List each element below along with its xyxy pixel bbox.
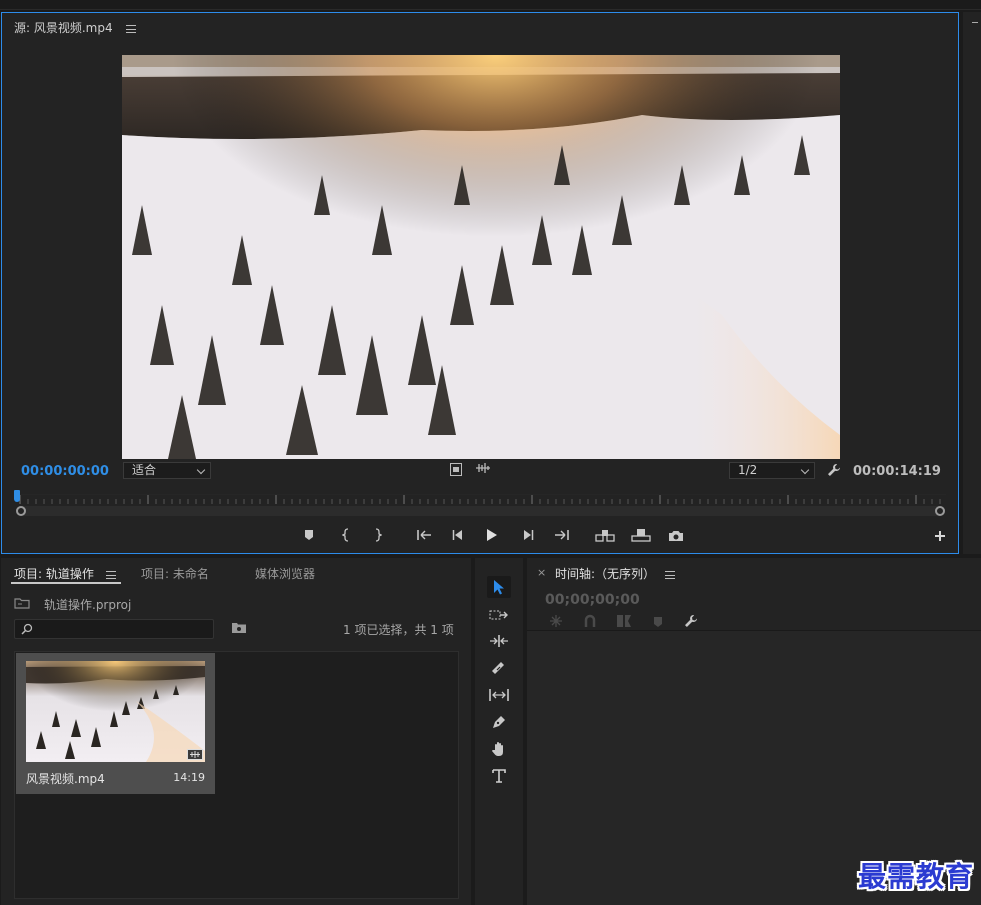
type-tool[interactable] bbox=[487, 765, 511, 787]
step-forward-button[interactable] bbox=[517, 526, 539, 544]
ripple-edit-icon bbox=[490, 635, 508, 647]
overwrite-icon bbox=[631, 529, 651, 542]
find-button[interactable] bbox=[231, 622, 247, 637]
tab-label: 项目: 轨道操作 bbox=[14, 567, 94, 581]
tools-panel bbox=[475, 558, 523, 905]
panel-menu-icon[interactable] bbox=[126, 24, 137, 33]
clip-thumbnail-image bbox=[26, 661, 205, 762]
search-icon bbox=[21, 623, 33, 635]
go-to-out-button[interactable] bbox=[551, 526, 573, 544]
right-panel-edge bbox=[963, 12, 981, 554]
panel-menu-icon[interactable] bbox=[105, 570, 116, 579]
tab-media-browser[interactable]: 媒体浏览器 bbox=[255, 565, 315, 582]
find-folder-icon bbox=[232, 623, 246, 633]
export-frame-button[interactable] bbox=[665, 526, 687, 544]
video-preview bbox=[122, 55, 840, 459]
active-tab-indicator bbox=[11, 582, 121, 584]
mark-out-button[interactable] bbox=[367, 526, 389, 544]
watermark-logo: 最需教育 bbox=[858, 860, 975, 893]
tab-project-untitled[interactable]: 项目: 未命名 bbox=[141, 565, 209, 582]
add-marker-button[interactable] bbox=[298, 526, 320, 544]
plus-icon bbox=[935, 531, 945, 541]
snowy-forest-scene bbox=[122, 55, 840, 459]
mark-in-button[interactable] bbox=[335, 526, 357, 544]
playhead-marker[interactable] bbox=[14, 490, 20, 502]
timeline-timecode: 00;00;00;00 bbox=[545, 592, 640, 608]
zoom-handle-right[interactable] bbox=[935, 506, 945, 516]
project-bin-icon-view: 风景视频.mp4 14:19 bbox=[14, 651, 459, 899]
play-icon bbox=[487, 529, 497, 541]
step-back-icon bbox=[452, 530, 462, 540]
drag-audio-icon[interactable] bbox=[475, 462, 491, 477]
playback-resolution-label: 1/2 bbox=[738, 463, 758, 477]
ripple-edit-tool[interactable] bbox=[487, 630, 511, 652]
insert-button[interactable] bbox=[594, 526, 616, 544]
right-panel-icon bbox=[972, 22, 978, 28]
drag-video-icon[interactable] bbox=[450, 463, 462, 476]
add-marker-icon bbox=[616, 614, 632, 631]
selection-tool[interactable] bbox=[487, 576, 511, 598]
chevron-down-icon bbox=[196, 465, 206, 475]
playback-resolution-dropdown[interactable]: 1/2 bbox=[729, 462, 815, 479]
snap-icon bbox=[549, 614, 563, 631]
camera-icon bbox=[669, 530, 683, 541]
overwrite-button[interactable] bbox=[630, 526, 652, 544]
go-to-in-button[interactable] bbox=[413, 526, 435, 544]
step-back-button[interactable] bbox=[447, 526, 469, 544]
pen-tool[interactable] bbox=[487, 711, 511, 733]
source-monitor-panel: 源: 风景视频.mp4 00:00:00:00 适合 1/2 00:00:14:… bbox=[1, 12, 959, 554]
go-to-out-icon bbox=[555, 530, 569, 540]
mark-in-icon bbox=[342, 528, 349, 542]
source-duration-timecode: 00:00:14:19 bbox=[853, 464, 941, 479]
hand-icon bbox=[492, 742, 503, 756]
pen-icon bbox=[493, 716, 505, 728]
clip-name: 风景视频.mp4 bbox=[26, 772, 105, 786]
zoom-scroll-bar[interactable] bbox=[20, 506, 940, 516]
hand-tool[interactable] bbox=[487, 738, 511, 760]
source-monitor-title[interactable]: 源: 风景视频.mp4 bbox=[14, 19, 137, 36]
wrench-icon[interactable] bbox=[827, 463, 841, 480]
slip-tool[interactable] bbox=[487, 684, 511, 706]
close-tab-icon[interactable]: × bbox=[537, 566, 546, 579]
go-to-in-icon bbox=[417, 530, 431, 540]
project-panel: 项目: 轨道操作 项目: 未命名 媒体浏览器 轨道操作.prproj 1 项已选… bbox=[1, 558, 471, 905]
timeline-title: 时间轴:（无序列） bbox=[555, 567, 656, 581]
mark-out-icon bbox=[375, 528, 382, 542]
selection-status: 1 项已选择，共 1 项 bbox=[343, 623, 454, 637]
project-file-name: 轨道操作.prproj bbox=[44, 598, 132, 612]
marker-icon bbox=[305, 530, 313, 540]
timeline-panel: × 时间轴:（无序列） 00;00;00;00 bbox=[527, 558, 981, 905]
source-current-timecode[interactable]: 00:00:00:00 bbox=[21, 464, 109, 479]
zoom-handle-left[interactable] bbox=[16, 506, 26, 516]
clip-item[interactable]: 风景视频.mp4 14:19 bbox=[16, 653, 215, 794]
type-icon bbox=[492, 769, 506, 783]
chevron-down-icon bbox=[800, 465, 810, 475]
audio-video-badge-icon bbox=[187, 749, 203, 760]
time-ruler[interactable] bbox=[16, 494, 946, 504]
tab-project-track-ops[interactable]: 项目: 轨道操作 bbox=[14, 565, 116, 582]
play-button[interactable] bbox=[481, 526, 503, 544]
clip-thumbnail bbox=[26, 661, 205, 762]
clip-duration: 14:19 bbox=[173, 771, 205, 784]
timeline-settings-wrench-icon[interactable] bbox=[684, 614, 698, 631]
button-editor-button[interactable] bbox=[929, 527, 951, 545]
track-select-tool[interactable] bbox=[487, 604, 511, 626]
panel-menu-icon[interactable] bbox=[664, 570, 675, 579]
folder-icon bbox=[14, 597, 30, 612]
razor-tool[interactable] bbox=[487, 657, 511, 679]
track-select-icon bbox=[489, 610, 508, 620]
zoom-fit-dropdown[interactable]: 适合 bbox=[123, 462, 211, 479]
slip-icon bbox=[489, 689, 509, 701]
linked-selection-icon bbox=[583, 614, 597, 631]
zoom-fit-label: 适合 bbox=[132, 463, 157, 477]
step-forward-icon bbox=[524, 530, 534, 540]
razor-icon bbox=[492, 662, 504, 674]
top-border bbox=[0, 9, 981, 10]
source-title-label: 源: 风景视频.mp4 bbox=[14, 21, 113, 35]
insert-icon bbox=[595, 530, 615, 542]
selection-arrow-icon bbox=[494, 580, 504, 595]
marker-icon bbox=[653, 616, 663, 631]
search-input[interactable] bbox=[14, 619, 214, 639]
tab-timeline[interactable]: 时间轴:（无序列） bbox=[555, 565, 675, 582]
